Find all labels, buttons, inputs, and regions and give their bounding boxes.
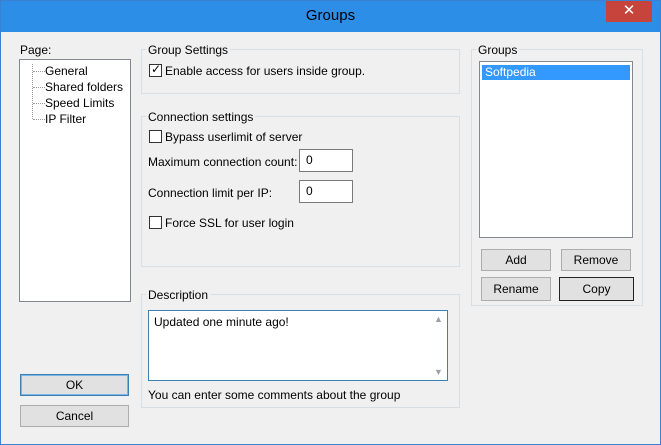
max-connection-input[interactable]: 0: [299, 149, 353, 172]
ok-button[interactable]: OK: [20, 374, 129, 396]
enable-access-label[interactable]: Enable access for users inside group.: [165, 64, 365, 78]
description-textarea[interactable]: Updated one minute ago! ▲ ▼: [148, 310, 448, 381]
rename-group-button[interactable]: Rename: [481, 277, 551, 301]
groups-dialog: Groups ✕ Page: General Shared folders Sp…: [0, 0, 661, 445]
connection-settings-title: Connection settings: [146, 110, 256, 124]
force-ssl-label[interactable]: Force SSL for user login: [165, 216, 294, 230]
description-scrollbar[interactable]: ▲ ▼: [430, 311, 447, 380]
close-icon[interactable]: ✕: [606, 1, 652, 22]
force-ssl-checkbox[interactable]: [149, 216, 162, 229]
scroll-down-icon[interactable]: ▼: [434, 367, 443, 377]
max-connection-label: Maximum connection count:: [148, 155, 298, 169]
description-title: Description: [146, 288, 211, 302]
bypass-userlimit-label[interactable]: Bypass userlimit of server: [165, 130, 302, 144]
add-group-button[interactable]: Add: [481, 249, 551, 271]
connection-limit-ip-input[interactable]: 0: [299, 180, 353, 203]
group-settings-title: Group Settings: [146, 43, 231, 57]
description-text: Updated one minute ago!: [154, 315, 289, 329]
groups-title: Groups: [476, 43, 520, 57]
tree-item-shared-folders[interactable]: Shared folders: [45, 80, 123, 94]
tree-item-speed-limits[interactable]: Speed Limits: [45, 96, 114, 110]
groups-list[interactable]: Softpedia: [479, 61, 633, 238]
scroll-up-icon[interactable]: ▲: [434, 314, 443, 324]
copy-group-button[interactable]: Copy: [559, 277, 634, 301]
tree-item-ip-filter[interactable]: IP Filter: [45, 112, 86, 126]
window-title: Groups: [305, 7, 356, 24]
page-tree[interactable]: General Shared folders Speed Limits IP F…: [19, 59, 131, 302]
title-bar[interactable]: Groups ✕: [1, 1, 660, 32]
page-label: Page:: [20, 43, 52, 57]
group-list-item[interactable]: Softpedia: [482, 65, 630, 80]
tree-item-general[interactable]: General: [45, 64, 88, 78]
enable-access-checkbox[interactable]: ✓: [149, 62, 162, 77]
bypass-userlimit-checkbox[interactable]: [149, 130, 162, 143]
description-hint: You can enter some comments about the gr…: [148, 388, 401, 402]
connection-limit-ip-label: Connection limit per IP:: [148, 186, 273, 200]
cancel-button[interactable]: Cancel: [20, 405, 129, 427]
check-mark-icon: ✓: [151, 62, 162, 76]
remove-group-button[interactable]: Remove: [561, 249, 631, 271]
